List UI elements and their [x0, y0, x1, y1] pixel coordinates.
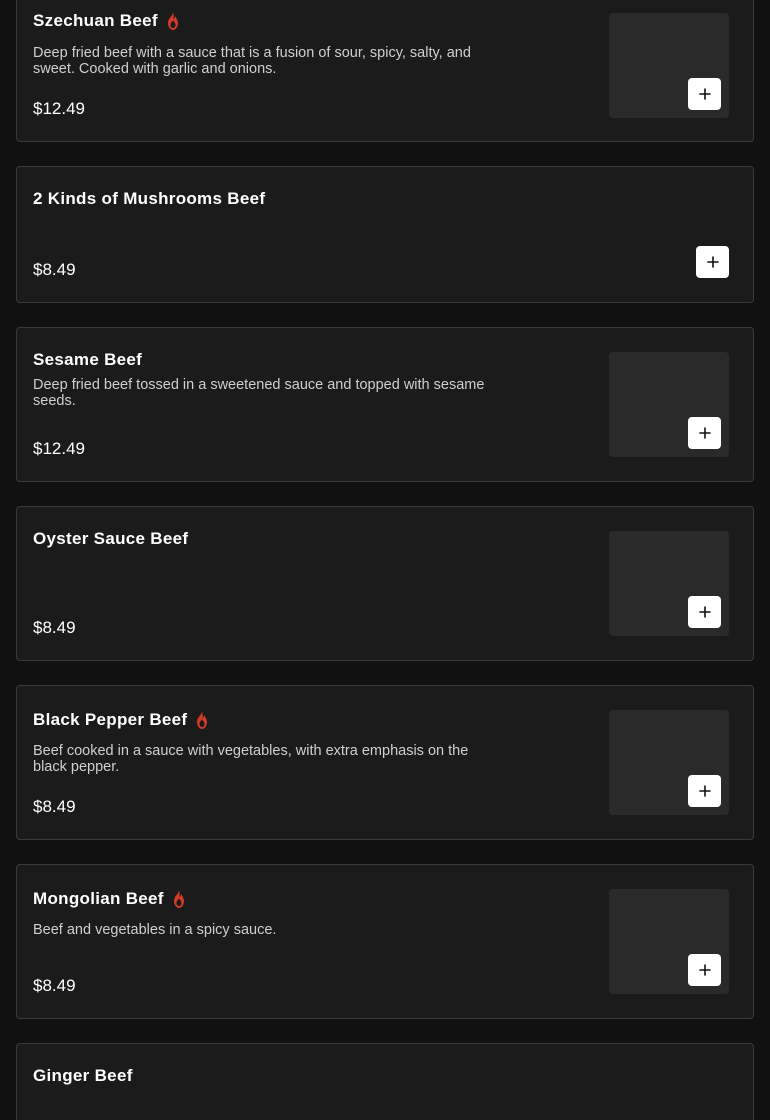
menu-item-name: Ginger Beef — [33, 1066, 133, 1085]
menu-item-title-row: 2 Kinds of Mushrooms Beef — [33, 189, 265, 209]
menu-item-price: $8.49 — [33, 976, 76, 995]
menu-item-price: $12.49 — [33, 99, 85, 118]
menu-item-description: Deep fried beef tossed in a sweetened sa… — [33, 377, 485, 409]
menu-item-title-row: Sesame Beef — [33, 350, 142, 370]
menu-item-list: Szechuan Beef Deep fried beef with a sau… — [0, 0, 770, 1120]
menu-item-description: Beef and vegetables in a spicy sauce. — [33, 922, 277, 938]
plus-icon — [698, 427, 711, 439]
menu-item-name: 2 Kinds of Mushrooms Beef — [33, 189, 266, 208]
add-to-cart-button[interactable] — [688, 78, 721, 110]
plus-icon — [706, 256, 719, 268]
add-to-cart-button[interactable] — [688, 596, 721, 628]
plus-icon — [698, 785, 711, 797]
menu-item-card[interactable]: Black Pepper Beef Beef cooked in a sauce… — [16, 685, 754, 840]
menu-item-price: $8.49 — [33, 618, 76, 637]
menu-item-name: Sesame Beef — [33, 350, 143, 369]
menu-item-description: Deep fried beef with a sauce that is a f… — [33, 45, 471, 77]
menu-item-title-row: Mongolian Beef — [33, 889, 188, 909]
plus-icon — [698, 964, 711, 976]
menu-item-price: $8.49 — [33, 260, 76, 279]
menu-item-price: $8.49 — [33, 797, 76, 816]
menu-item-card[interactable]: Szechuan Beef Deep fried beef with a sau… — [16, 0, 754, 142]
menu-item-card[interactable]: Ginger Beef — [16, 1043, 754, 1120]
add-to-cart-button[interactable] — [696, 246, 729, 278]
add-to-cart-button[interactable] — [688, 417, 721, 449]
menu-item-card[interactable]: Oyster Sauce Beef $8.49 — [16, 506, 754, 661]
menu-item-title-row: Oyster Sauce Beef — [33, 529, 188, 549]
plus-icon — [698, 606, 711, 618]
menu-item-description: Beef cooked in a sauce with vegetables, … — [33, 743, 469, 775]
menu-item-price: $12.49 — [33, 439, 85, 458]
menu-item-card[interactable]: 2 Kinds of Mushrooms Beef $8.49 — [16, 166, 754, 303]
menu-item-title-row: Szechuan Beef — [33, 11, 182, 31]
fire-icon — [164, 11, 182, 31]
menu-item-name: Mongolian Beef — [33, 889, 164, 908]
menu-item-title-row: Ginger Beef — [33, 1066, 133, 1086]
fire-icon — [170, 889, 188, 909]
menu-item-name: Black Pepper Beef — [33, 710, 188, 729]
menu-item-title-row: Black Pepper Beef — [33, 710, 211, 730]
plus-icon — [698, 88, 711, 100]
menu-item-card[interactable]: Mongolian Beef Beef and vegetables in a … — [16, 864, 754, 1019]
menu-item-name: Oyster Sauce Beef — [33, 529, 189, 548]
menu-item-name: Szechuan Beef — [33, 11, 158, 30]
fire-icon — [193, 710, 211, 730]
add-to-cart-button[interactable] — [688, 954, 721, 986]
add-to-cart-button[interactable] — [688, 775, 721, 807]
menu-item-card[interactable]: Sesame Beef Deep fried beef tossed in a … — [16, 327, 754, 482]
